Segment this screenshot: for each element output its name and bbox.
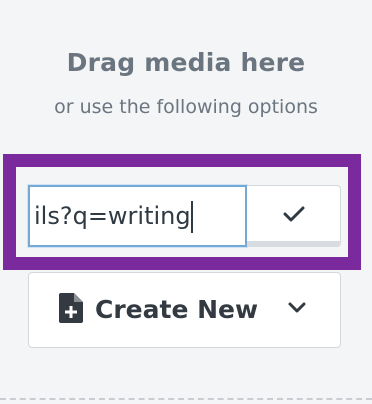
confirm-url-button[interactable] — [247, 185, 341, 247]
create-new-button[interactable]: Create New — [28, 272, 341, 348]
url-input-value: ils?q=writing — [34, 202, 191, 230]
drop-zone-subtitle: or use the following options — [54, 96, 318, 118]
chevron-down-icon[interactable] — [287, 301, 307, 315]
drop-zone-title: Drag media here — [66, 48, 306, 77]
text-caret — [190, 201, 193, 233]
drop-zone-border — [0, 398, 372, 400]
new-document-icon — [59, 293, 83, 323]
create-new-label: Create New — [95, 295, 259, 324]
media-upload-panel[interactable]: Drag media here or use the following opt… — [0, 0, 372, 404]
checkmark-icon — [283, 206, 304, 221]
url-entry-group: ils?q=writing — [28, 185, 341, 247]
url-input[interactable]: ils?q=writing — [28, 185, 247, 247]
